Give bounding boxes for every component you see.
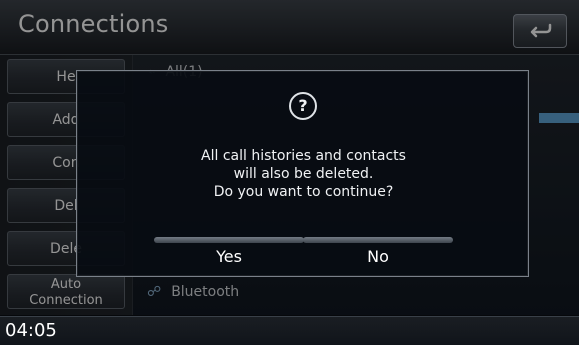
yes-button[interactable]: Yes <box>154 243 304 270</box>
dialog-message: All call histories and contacts will als… <box>117 147 490 201</box>
yes-button-wrap: Yes <box>154 237 304 270</box>
no-button[interactable]: No <box>303 243 453 270</box>
statusbar: 04:05 <box>0 316 579 345</box>
dialog-message-line-1: All call histories and contacts <box>201 148 406 164</box>
question-icon: ? <box>289 92 317 120</box>
screen: Connections He Add Con Del Dele Auto Con… <box>0 0 579 345</box>
clock: 04:05 <box>5 320 57 341</box>
no-button-wrap: No <box>303 237 453 270</box>
confirm-dialog: ? All call histories and contacts will a… <box>76 70 529 277</box>
dialog-message-line-2: will also be deleted. <box>233 166 374 182</box>
dialog-message-line-3: Do you want to continue? <box>213 184 394 200</box>
